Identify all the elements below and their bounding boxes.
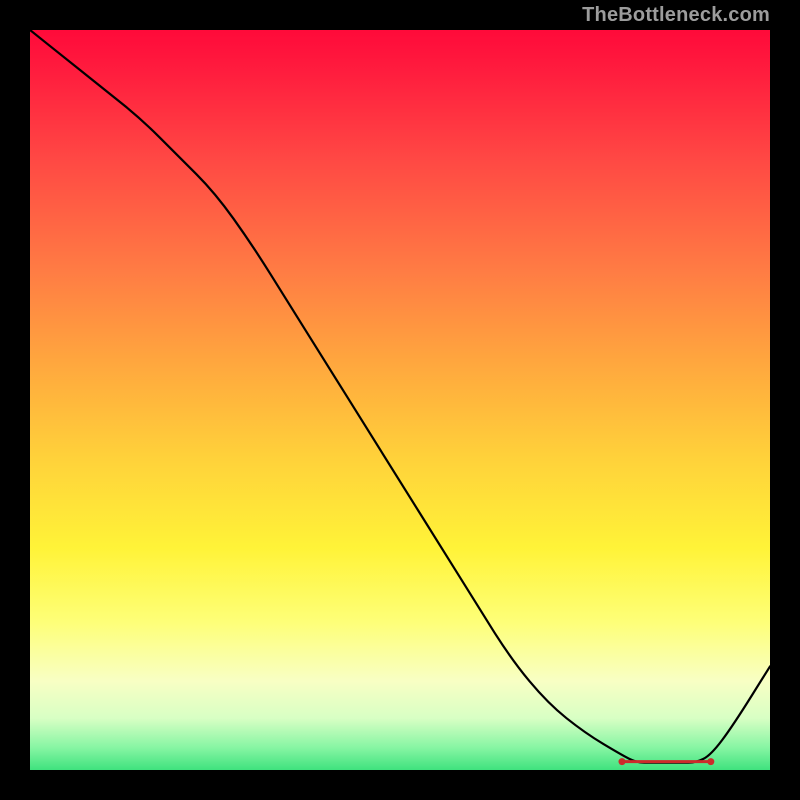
line-curve	[30, 30, 770, 770]
chart-frame: TheBottleneck.com	[0, 0, 800, 800]
bottleneck-line	[30, 30, 770, 763]
plot-area	[30, 30, 770, 770]
watermark-text: TheBottleneck.com	[582, 4, 770, 27]
flat-range-marker	[619, 758, 715, 765]
